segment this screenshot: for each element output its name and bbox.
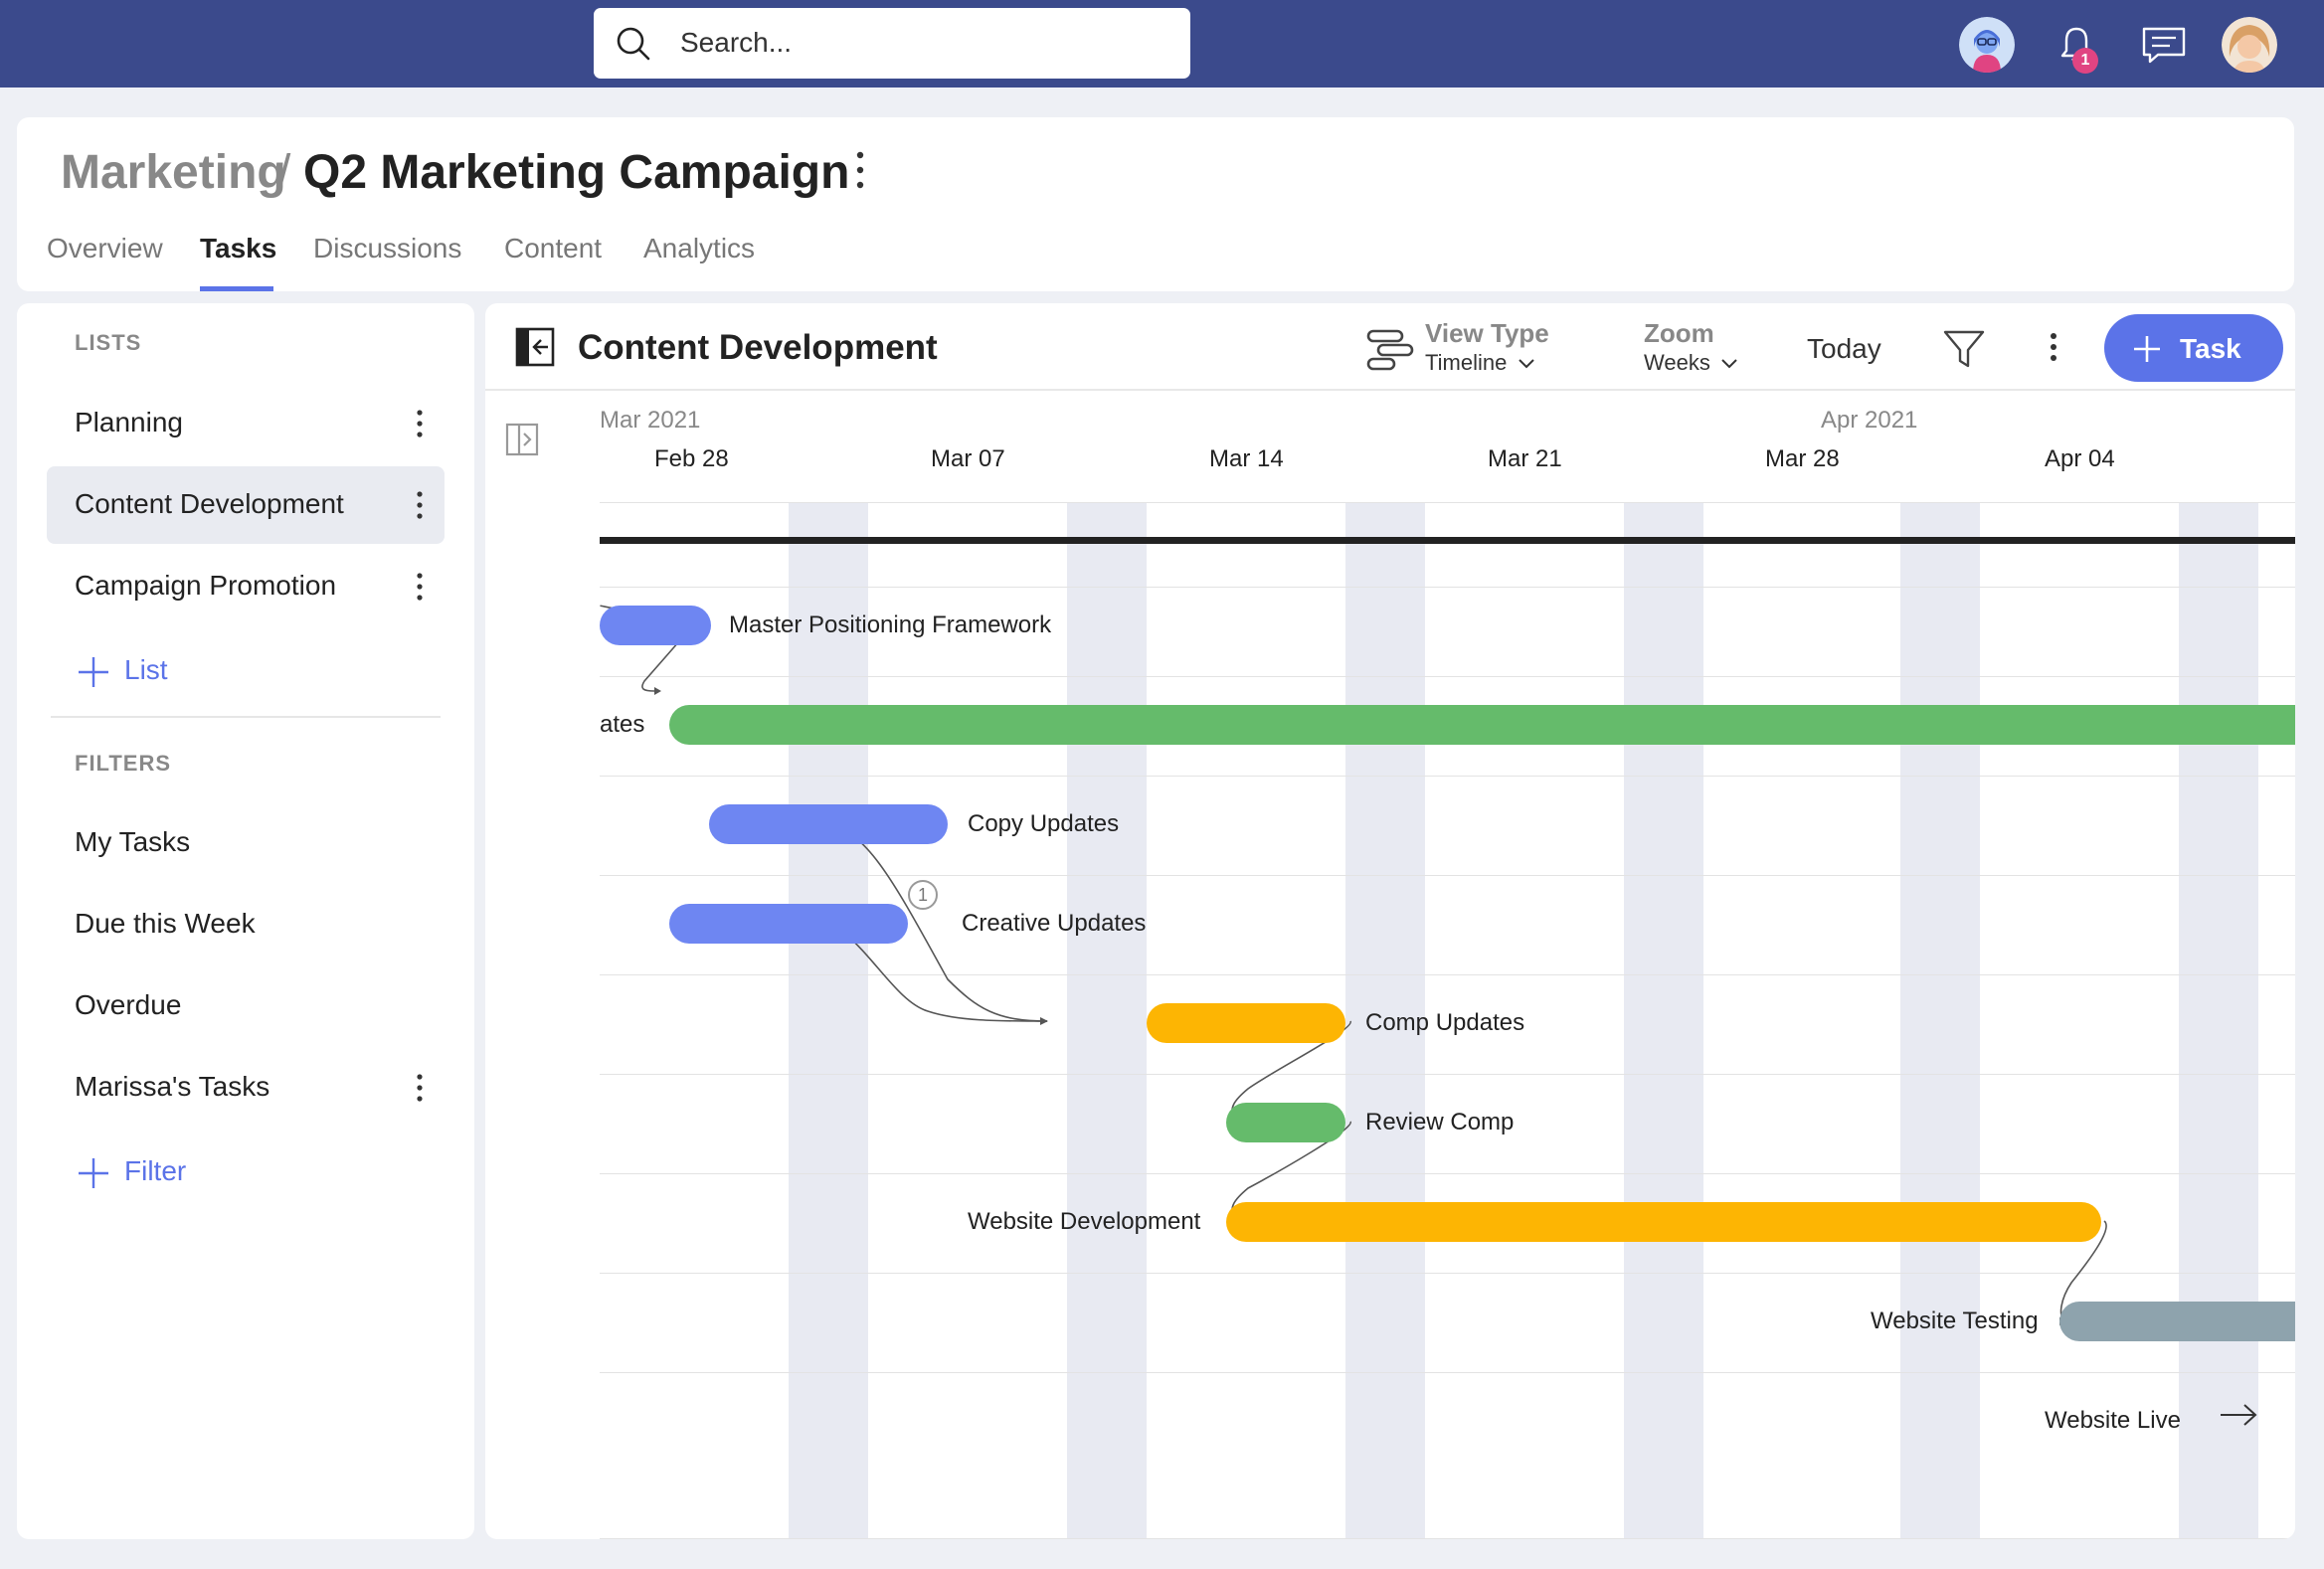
dependency-lines [600, 605, 2107, 1325]
task-label[interactable]: Copy Updates [968, 810, 1119, 838]
sidebar-item-label: Due this Week [75, 908, 256, 939]
more-options-icon[interactable] [2047, 327, 2060, 367]
task-label[interactable]: Master Positioning Framework [729, 611, 1051, 639]
bot-avatar-icon[interactable] [1959, 17, 2015, 73]
view-type-title: View Type [1425, 318, 1549, 348]
breadcrumb-separator: / [277, 146, 291, 199]
lists-section-title: LISTS [75, 330, 142, 355]
dependency-count-badge[interactable]: 1 [908, 880, 938, 910]
plus-icon [2134, 336, 2160, 362]
task-label[interactable]: Website Testing [1871, 1308, 2039, 1335]
add-task-label: Task [2180, 333, 2241, 364]
view-type-dropdown[interactable]: Timeline [1425, 350, 1535, 376]
user-avatar[interactable] [2222, 17, 2277, 73]
task-label[interactable]: ates [600, 711, 644, 739]
breadcrumb-parent[interactable]: Marketing [61, 145, 286, 200]
view-type-value: Timeline [1425, 350, 1508, 375]
sidebar-item-my-tasks[interactable]: My Tasks [47, 804, 445, 882]
divider [51, 716, 441, 718]
sidebar-item-label: Marissa's Tasks [75, 1071, 270, 1102]
zoom-value: Weeks [1644, 350, 1710, 375]
arrow-right-icon[interactable] [2219, 1400, 2258, 1430]
active-tab-indicator [200, 286, 273, 291]
zoom-dropdown[interactable]: Weeks [1644, 350, 1738, 376]
tab-overview[interactable]: Overview [47, 233, 163, 264]
sidebar-item-label: Campaign Promotion [75, 570, 337, 601]
sidebar: LISTS Planning Content Development Campa… [17, 303, 474, 1539]
sidebar-item-label: Overdue [75, 989, 182, 1020]
more-options-icon[interactable] [413, 405, 427, 442]
filters-section-title: FILTERS [75, 751, 172, 776]
tab-analytics[interactable]: Analytics [643, 233, 755, 264]
chevron-down-icon [1519, 359, 1534, 369]
task-bar[interactable] [709, 804, 948, 844]
add-list-button[interactable]: List [77, 654, 168, 689]
task-bar[interactable] [669, 705, 2295, 745]
search-icon [617, 27, 650, 61]
sidebar-item-planning[interactable]: Planning [47, 385, 445, 462]
expand-panel-icon[interactable] [505, 423, 539, 456]
chat-icon[interactable] [2136, 17, 2192, 73]
task-bar[interactable] [669, 904, 908, 944]
task-bar[interactable] [2059, 1302, 2295, 1341]
project-header: Marketing / Q2 Marketing Campaign Overvi… [17, 117, 2294, 291]
collapse-sidebar-icon[interactable] [515, 327, 555, 367]
tab-content[interactable]: Content [504, 233, 602, 264]
task-label[interactable]: Website Live [2045, 1407, 2181, 1435]
task-bar[interactable] [1147, 1003, 1345, 1043]
plus-icon [79, 1157, 108, 1188]
page-title: Q2 Marketing Campaign [303, 146, 850, 199]
more-options-icon[interactable] [413, 1069, 427, 1107]
tab-discussions[interactable]: Discussions [313, 233, 461, 264]
more-options-icon[interactable] [413, 568, 427, 606]
task-label[interactable]: Review Comp [1365, 1109, 1514, 1136]
task-label[interactable]: Creative Updates [962, 910, 1146, 938]
task-bar[interactable] [1226, 1202, 2101, 1242]
sidebar-item-marissas-tasks[interactable]: Marissa's Tasks [47, 1049, 445, 1127]
timeline-toolbar: Content Development View Type Timeline Z… [485, 303, 2295, 391]
top-bar: Search... 1 [0, 0, 2324, 87]
list-title: Content Development [578, 328, 938, 367]
notification-badge: 1 [2072, 48, 2098, 74]
today-button[interactable]: Today [1807, 333, 1881, 365]
sidebar-item-content-development[interactable]: Content Development [47, 466, 445, 544]
task-label[interactable]: Comp Updates [1365, 1009, 1524, 1037]
gantt-timeline: Mar 2021 Apr 2021 Feb 28 Mar 07 Mar 14 M… [600, 393, 2295, 1539]
add-task-button[interactable]: Task [2104, 314, 2283, 382]
chevron-down-icon [1721, 359, 1738, 369]
more-options-icon[interactable] [413, 486, 427, 524]
sidebar-item-label: My Tasks [75, 826, 191, 857]
sidebar-item-label: Planning [75, 407, 183, 437]
task-bar[interactable] [1226, 1103, 1345, 1142]
filter-icon[interactable] [1942, 329, 1986, 369]
timeline-view-icon[interactable] [1365, 325, 1415, 375]
task-label[interactable]: Website Development [968, 1208, 1200, 1236]
search-input[interactable]: Search... [680, 27, 792, 59]
search-box[interactable]: Search... [594, 8, 1190, 79]
sidebar-item-campaign-promotion[interactable]: Campaign Promotion [47, 548, 445, 625]
zoom-title: Zoom [1644, 318, 1714, 348]
tab-tasks[interactable]: Tasks [200, 233, 276, 264]
sidebar-item-overdue[interactable]: Overdue [47, 967, 445, 1045]
timeline-panel: Content Development View Type Timeline Z… [485, 303, 2295, 1539]
sidebar-item-label: Content Development [75, 488, 344, 519]
plus-icon [79, 656, 108, 687]
add-list-label: List [124, 654, 168, 685]
add-filter-label: Filter [124, 1155, 187, 1186]
more-options-icon[interactable] [848, 145, 872, 195]
sidebar-item-due-this-week[interactable]: Due this Week [47, 886, 445, 963]
add-filter-button[interactable]: Filter [77, 1155, 186, 1190]
task-bar[interactable] [600, 606, 711, 645]
